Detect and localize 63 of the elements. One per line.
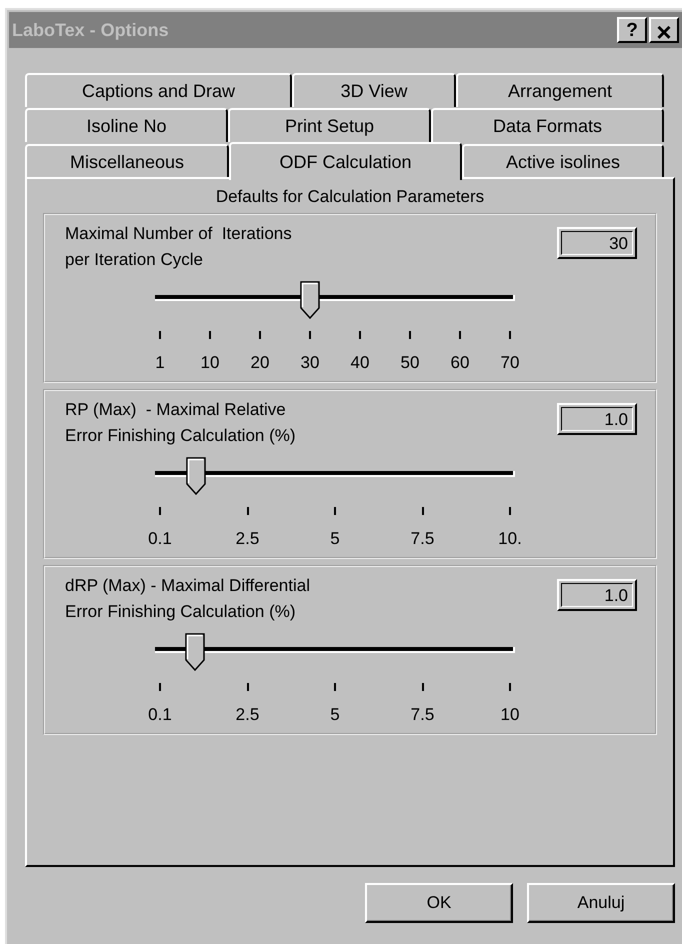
- tick-label: 10: [200, 353, 220, 373]
- tick-mark: [459, 331, 461, 339]
- tick-mark: [359, 331, 361, 339]
- cancel-button[interactable]: Anuluj: [527, 883, 675, 923]
- parameter-label: RP (Max) - Maximal Relative Error Finishing Calculation (%): [65, 399, 296, 447]
- tab[interactable]: Print Setup: [228, 108, 431, 142]
- tick-mark: [422, 683, 424, 691]
- tick-mark: [246, 683, 248, 691]
- tab[interactable]: Isoline No: [25, 108, 228, 142]
- tick-mark: [509, 683, 511, 691]
- tick-label: 60: [450, 353, 470, 373]
- parameter-label: Maximal Number of Iterations per Iteration Cycle: [65, 223, 292, 271]
- tab[interactable]: Miscellaneous: [25, 144, 229, 178]
- tick-label: 0.1: [148, 529, 172, 549]
- slider-thumb[interactable]: [186, 457, 206, 495]
- tick-mark: [159, 331, 161, 339]
- slider[interactable]: [155, 281, 515, 319]
- tick-mark: [334, 507, 336, 515]
- slider-thumb[interactable]: [300, 281, 320, 319]
- tick-mark: [509, 507, 511, 515]
- tick-mark: [334, 683, 336, 691]
- tick-label: 40: [350, 353, 370, 373]
- tick-label: 70: [500, 353, 520, 373]
- tab[interactable]: Captions and Draw: [25, 73, 292, 107]
- value-field[interactable]: 1.0: [557, 579, 637, 611]
- close-button[interactable]: ×: [649, 17, 679, 43]
- value-field[interactable]: 1.0: [557, 403, 637, 435]
- tick-mark: [159, 507, 161, 515]
- tick-label: 30: [300, 353, 320, 373]
- ok-button[interactable]: OK: [365, 883, 513, 923]
- tick-mark: [209, 331, 211, 339]
- tick-mark: [246, 507, 248, 515]
- slider[interactable]: [155, 633, 515, 671]
- tick-label: 10.: [498, 529, 522, 549]
- value-field[interactable]: 30: [557, 227, 637, 259]
- tab[interactable]: ODF Calculation: [229, 142, 462, 180]
- slider[interactable]: [155, 457, 515, 495]
- tick-label: 20: [250, 353, 270, 373]
- tick-label: 7.5: [410, 529, 434, 549]
- tick-label: 2.5: [236, 705, 260, 725]
- tick-label: 50: [400, 353, 420, 373]
- tab[interactable]: Arrangement: [456, 73, 664, 107]
- tick-label: 2.5: [236, 529, 260, 549]
- tick-label: 5: [330, 529, 340, 549]
- parameter-label: dRP (Max) - Maximal Differential Error Finishing Calculation (%): [65, 575, 310, 623]
- tick-label: 10: [500, 705, 520, 725]
- tab[interactable]: Data Formats: [431, 108, 664, 142]
- help-button[interactable]: ?: [617, 17, 647, 43]
- slider-thumb[interactable]: [184, 633, 205, 671]
- tick-label: 7.5: [410, 705, 434, 725]
- window-title: LaboTex - Options: [12, 20, 169, 40]
- section-heading: Defaults for Calculation Parameters: [214, 187, 486, 207]
- tick-mark: [509, 331, 511, 339]
- tick-mark: [309, 331, 311, 339]
- tick-label: 5: [330, 705, 340, 725]
- tab[interactable]: 3D View: [292, 73, 456, 107]
- tick-mark: [159, 683, 161, 691]
- tick-mark: [422, 507, 424, 515]
- tick-mark: [259, 331, 261, 339]
- tick-mark: [409, 331, 411, 339]
- tab[interactable]: Active isolines: [462, 144, 664, 178]
- tick-label: 1: [155, 353, 165, 373]
- tick-label: 0.1: [148, 705, 172, 725]
